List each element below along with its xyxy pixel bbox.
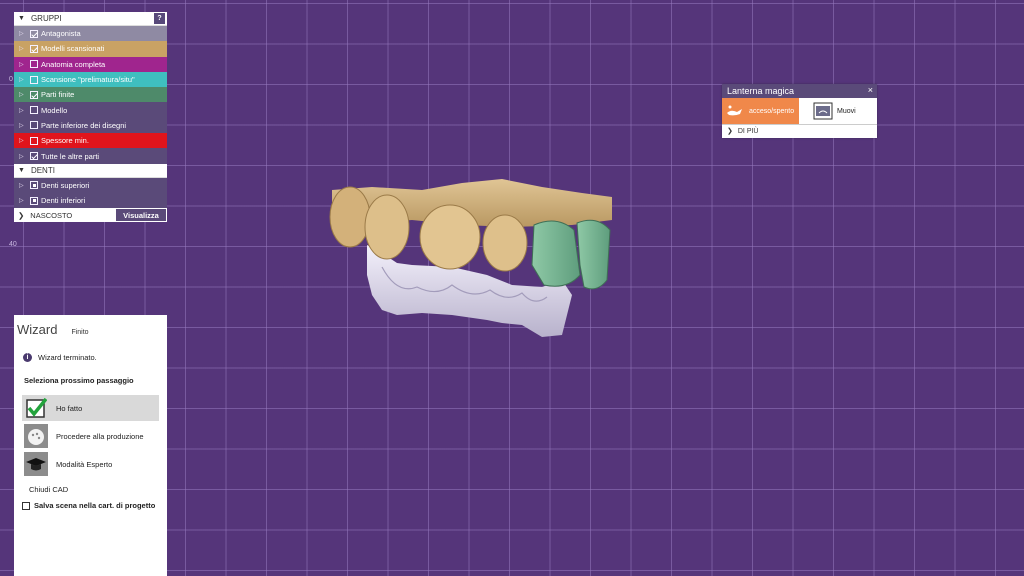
ruler-label: 0: [9, 76, 13, 83]
graduation-cap-icon: [24, 452, 48, 476]
expand-triangle-icon[interactable]: ▷: [19, 30, 27, 37]
group-visibility-checkbox[interactable]: [30, 121, 38, 130]
move-icon: [813, 101, 833, 121]
toggle-lantern-button[interactable]: acceso/spento: [722, 98, 799, 124]
group-visibility-checkbox[interactable]: [30, 90, 38, 99]
group-label: Parti finite: [41, 90, 75, 100]
group-list: ▷ Antagonista ▷ Modelli scansionati ▷ Anatomi…: [14, 26, 167, 164]
wizard-state: Finito: [71, 329, 89, 336]
ruler-label: 40: [9, 241, 17, 248]
group-row[interactable]: ▷ Modelli scansionati: [14, 41, 167, 57]
group-visibility-checkbox[interactable]: [30, 60, 38, 69]
group-label: Tutte le altre parti: [41, 151, 100, 161]
groups-header-label: GRUPPI: [30, 14, 62, 23]
teeth-row[interactable]: ▷ Denti inferiori: [14, 192, 167, 209]
teeth-label: Denti inferiori: [41, 196, 86, 206]
wizard-option[interactable]: Procedere alla produzione: [22, 423, 159, 449]
group-label: Parte inferiore dei disegni: [41, 120, 127, 130]
checkmark-icon: [24, 396, 48, 420]
toggle-lantern-label: acceso/spento: [749, 107, 795, 115]
group-label: Modello: [41, 105, 68, 115]
save-scene-label: Salva scena nella cart. di progetto: [34, 501, 156, 510]
group-label: Modelli scansionati: [41, 44, 105, 54]
hidden-toggle[interactable]: ❯ NASCOSTO: [14, 208, 115, 222]
group-label: Antagonista: [41, 29, 81, 39]
expand-triangle-icon[interactable]: ▷: [19, 61, 27, 68]
teeth-visibility-checkbox[interactable]: [30, 196, 38, 205]
expand-triangle-icon[interactable]: ▷: [19, 153, 27, 160]
close-icon[interactable]: ×: [868, 85, 873, 95]
chevron-down-icon: ▼: [18, 166, 25, 174]
group-row[interactable]: ▷ Anatomia completa: [14, 56, 167, 72]
chevron-down-icon: ▼: [18, 15, 25, 22]
wizard-option-label: Modalità Esperto: [56, 459, 113, 469]
expand-triangle-icon[interactable]: ▷: [19, 182, 27, 189]
group-row[interactable]: ▷ Tutte le altre parti: [14, 148, 167, 164]
expand-triangle-icon[interactable]: ▷: [19, 137, 27, 144]
group-row[interactable]: ▷ Scansione "prelimatura/situ": [14, 71, 167, 88]
expand-triangle-icon[interactable]: ▷: [19, 45, 27, 52]
group-visibility-checkbox[interactable]: [30, 29, 38, 38]
wizard-option-label: Procedere alla produzione: [56, 431, 144, 441]
chevron-right-icon: ❯: [18, 210, 25, 220]
checkbox[interactable]: [22, 501, 30, 510]
group-label: Anatomia completa: [41, 59, 106, 69]
group-label: Scansione "prelimatura/situ": [41, 75, 135, 85]
magic-lantern-title: Lanterna magica: [727, 86, 795, 96]
group-visibility-checkbox[interactable]: [30, 75, 38, 84]
production-icon: [24, 424, 48, 448]
wizard-option[interactable]: Modalità Esperto: [22, 451, 159, 477]
groups-panel: ▼ GRUPPI ? ▷ Antagonista ▷ Modelli scansion…: [14, 12, 167, 223]
teeth-header-label: DENTI: [30, 165, 55, 175]
more-toggle[interactable]: ❯ DI PIÙ: [722, 124, 877, 137]
lamp-icon: [725, 101, 745, 121]
teeth-label: Denti superiori: [41, 180, 90, 190]
expand-triangle-icon[interactable]: ▷: [19, 76, 27, 83]
dental-model[interactable]: [312, 175, 622, 340]
move-button[interactable]: Muovi: [799, 98, 877, 124]
group-visibility-checkbox[interactable]: [30, 136, 38, 145]
teeth-section-header[interactable]: ▼ DENTI: [14, 163, 167, 178]
expand-triangle-icon[interactable]: ▷: [19, 107, 27, 114]
hidden-label: NASCOSTO: [30, 210, 73, 220]
wizard-message: Wizard terminato.: [38, 353, 97, 362]
groups-section-header[interactable]: ▼ GRUPPI ?: [14, 12, 167, 26]
help-button[interactable]: ?: [154, 13, 165, 24]
group-visibility-checkbox[interactable]: [30, 106, 38, 115]
wizard-panel: Wizard Finito i Wizard terminato. Selezi…: [14, 315, 167, 576]
group-row[interactable]: ▷ Antagonista: [14, 26, 167, 42]
magic-lantern-title-bar: Lanterna magica ×: [722, 84, 877, 98]
chevron-right-icon: ❯: [727, 128, 733, 135]
group-row[interactable]: ▷ Spessore min.: [14, 133, 167, 149]
group-label: Spessore min.: [41, 136, 89, 146]
teeth-visibility-checkbox[interactable]: [30, 181, 38, 190]
teeth-list: ▷ Denti superiori ▷ Denti inferiori: [14, 177, 167, 209]
wizard-option-label: Ho fatto: [56, 403, 83, 413]
show-button[interactable]: Visualizza: [115, 208, 167, 223]
group-row[interactable]: ▷ Modello: [14, 102, 167, 118]
info-icon: i: [23, 353, 32, 362]
group-visibility-checkbox[interactable]: [30, 44, 38, 53]
more-label: DI PIÙ: [737, 127, 759, 135]
vertical-ruler: 0 40: [0, 0, 17, 576]
hidden-section: ❯ NASCOSTO Visualizza: [14, 208, 167, 223]
expand-triangle-icon[interactable]: ▷: [19, 91, 27, 98]
expand-triangle-icon[interactable]: ▷: [19, 197, 27, 204]
expand-triangle-icon[interactable]: ▷: [19, 122, 27, 129]
teeth-row[interactable]: ▷ Denti superiori: [14, 177, 167, 193]
wizard-option[interactable]: Ho fatto: [22, 395, 159, 421]
close-cad-link[interactable]: Chiudi CAD: [14, 485, 167, 494]
next-step-heading: Seleziona prossimo passaggio: [24, 376, 134, 385]
move-label: Muovi: [837, 107, 856, 115]
wizard-title: Wizard: [17, 322, 58, 337]
group-visibility-checkbox[interactable]: [30, 152, 38, 161]
group-row[interactable]: ▷ Parti finite: [14, 87, 167, 103]
magic-lantern-panel: Lanterna magica × acceso/spento Muovi ❯ …: [722, 84, 877, 138]
group-row[interactable]: ▷ Parte inferiore dei disegni: [14, 117, 167, 134]
save-scene-checkbox[interactable]: Salva scena nella cart. di progetto: [14, 501, 167, 510]
